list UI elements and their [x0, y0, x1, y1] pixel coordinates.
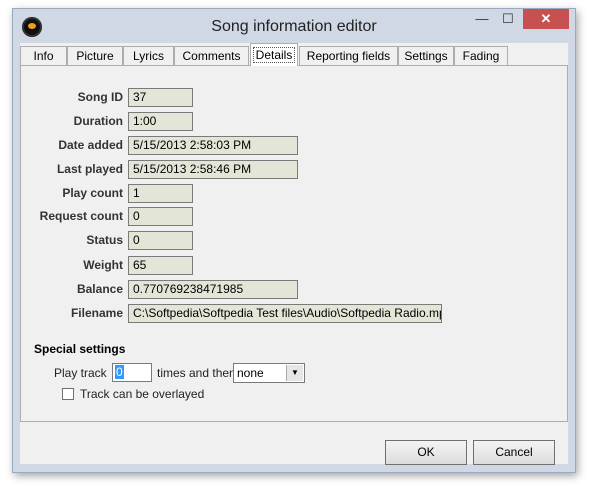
- duration-label: Duration: [73, 114, 123, 128]
- ok-button[interactable]: OK: [385, 440, 467, 465]
- tab-info[interactable]: Info: [20, 46, 67, 66]
- balance-label: Balance: [76, 282, 123, 296]
- dialog-client: Info Picture Lyrics Comments Details Rep…: [20, 43, 568, 465]
- chevron-down-icon[interactable]: ▼: [286, 365, 303, 381]
- play-count-field[interactable]: 1: [128, 184, 193, 203]
- tab-lyrics-label: Lyrics: [133, 49, 164, 63]
- times-and-then-label: times and then: [157, 366, 236, 380]
- overlay-checkbox-label[interactable]: Track can be overlayed: [80, 387, 204, 401]
- overlay-checkbox[interactable]: [62, 388, 74, 400]
- tab-settings-label: Settings: [404, 49, 448, 63]
- request-count-label: Request count: [39, 209, 123, 223]
- tab-comments[interactable]: Comments: [174, 46, 249, 66]
- close-button[interactable]: ✕: [523, 9, 569, 29]
- maximize-button[interactable]: ☐: [495, 9, 521, 29]
- song-id-field[interactable]: 37: [128, 88, 193, 107]
- tab-details-label: Details: [252, 47, 296, 63]
- filename-label: Filename: [70, 306, 123, 320]
- play-track-count-value: 0: [115, 365, 124, 379]
- date-added-field[interactable]: 5/15/2013 2:58:03 PM: [128, 136, 298, 155]
- tab-picture-label: Picture: [76, 49, 114, 63]
- title-bar[interactable]: Song information editor — ☐ ✕: [13, 9, 575, 47]
- tab-details[interactable]: Details: [250, 43, 298, 66]
- play-track-count-input[interactable]: 0: [112, 363, 152, 382]
- then-action-value: none: [237, 366, 264, 380]
- weight-label: Weight: [83, 258, 123, 272]
- duration-field[interactable]: 1:00: [128, 112, 193, 131]
- minimize-button[interactable]: —: [469, 9, 495, 29]
- balance-field[interactable]: 0.770769238471985: [128, 280, 298, 299]
- tab-settings[interactable]: Settings: [398, 46, 454, 66]
- tab-lyrics[interactable]: Lyrics: [123, 46, 174, 66]
- tab-info-label: Info: [33, 49, 54, 63]
- tab-comments-label: Comments: [182, 49, 241, 63]
- tab-reporting-fields[interactable]: Reporting fields: [299, 46, 398, 66]
- then-action-select[interactable]: none ▼: [233, 363, 305, 383]
- request-count-field[interactable]: 0: [128, 207, 193, 226]
- song-id-label: Song ID: [77, 90, 123, 104]
- tab-reporting-fields-label: Reporting fields: [306, 49, 391, 63]
- cancel-button[interactable]: Cancel: [473, 440, 555, 465]
- play-track-label: Play track: [54, 366, 107, 380]
- tab-fading-label: Fading: [462, 49, 500, 63]
- tab-picture[interactable]: Picture: [67, 46, 123, 66]
- play-count-label: Play count: [62, 186, 123, 200]
- tab-strip: Info Picture Lyrics Comments Details Rep…: [20, 43, 568, 66]
- filename-field[interactable]: C:\Softpedia\Softpedia Test files\Audio\…: [128, 304, 442, 323]
- status-field[interactable]: 0: [128, 231, 193, 250]
- last-played-field[interactable]: 5/15/2013 2:58:46 PM: [128, 160, 298, 179]
- weight-field[interactable]: 65: [128, 256, 193, 275]
- song-info-editor-window: Song information editor — ☐ ✕ Info Pictu…: [12, 8, 576, 473]
- status-label: Status: [86, 233, 123, 247]
- date-added-label: Date added: [58, 138, 123, 152]
- last-played-label: Last played: [56, 162, 123, 176]
- special-settings-heading: Special settings: [34, 342, 126, 356]
- details-tab-page: Song ID 37 Duration 1:00 Date added 5/15…: [20, 65, 568, 422]
- tab-fading[interactable]: Fading: [454, 46, 508, 66]
